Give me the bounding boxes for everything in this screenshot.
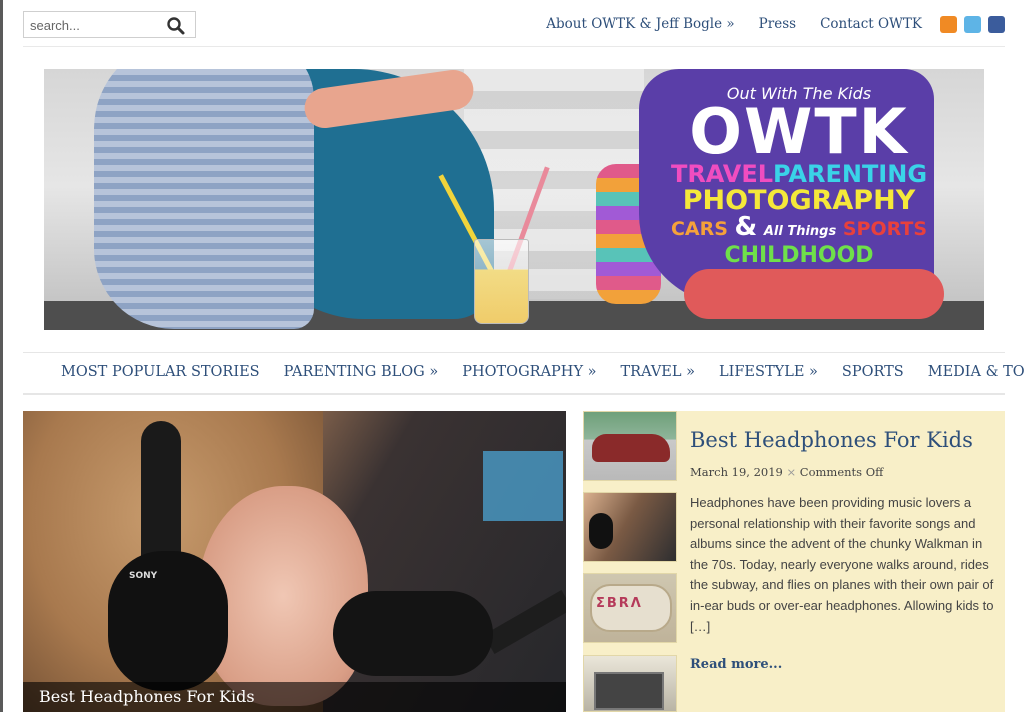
thumbnail-box[interactable] [583, 655, 677, 712]
logo-line3: CARS & All Things SPORTS CHILDHOOD [659, 212, 939, 268]
about-link[interactable]: About OWTK & Jeff Bogle » [546, 16, 734, 32]
car-shape [592, 434, 670, 462]
search-input[interactable] [30, 16, 160, 34]
thumbnail-car[interactable] [583, 411, 677, 481]
twitter-icon[interactable] [964, 16, 981, 33]
social-icons [940, 16, 1005, 33]
feature-caption[interactable]: Best Headphones For Kids [39, 687, 255, 706]
contact-link[interactable]: Contact OWTK [820, 16, 922, 32]
post-preview-panel: ΣBRΛ Best Headphones For Kids March 19, … [583, 411, 1005, 712]
feature-caption-bar: Best Headphones For Kids [23, 682, 566, 712]
logo-all-things: All Things [763, 224, 837, 239]
nav-photography[interactable]: PHOTOGRAPHY » [462, 364, 596, 380]
logo-sports: SPORTS [842, 218, 928, 240]
main-nav: MOST POPULAR STORIES PARENTING BLOG » PH… [23, 352, 1024, 395]
box-shape [594, 672, 664, 710]
nav-most-popular[interactable]: MOST POPULAR STORIES [61, 364, 260, 380]
facebook-icon[interactable] [988, 16, 1005, 33]
logo-line1: TRAVELPARENTING [659, 161, 939, 187]
thumbnail-pillow[interactable]: ΣBRΛ [583, 573, 677, 643]
post-excerpt: Headphones have been providing music lov… [690, 495, 994, 634]
headphone-brand: SONY [129, 571, 158, 581]
post-meta: March 19, 2019 × Comments Off [690, 465, 883, 479]
post-title[interactable]: Best Headphones For Kids [690, 428, 973, 452]
logo-title: OWTK [689, 95, 909, 168]
logo-travel: TRAVEL [670, 160, 774, 188]
top-bar: About OWTK & Jeff Bogle » Press Contact … [23, 11, 1005, 47]
headphone-shape [589, 513, 613, 549]
logo-ampersand: & [734, 212, 758, 242]
header-banner[interactable]: Out With The Kids OWTK TRAVELPARENTING P… [44, 69, 984, 330]
post-date: March 19, 2019 [690, 465, 783, 479]
site-logo[interactable]: Out With The Kids OWTK TRAVELPARENTING P… [659, 84, 939, 268]
logo-parenting: PARENTING [773, 160, 928, 188]
window-frame-edge [0, 0, 3, 712]
nav-media-toys[interactable]: MEDIA & TOYS » [928, 364, 1024, 380]
search-icon[interactable] [166, 16, 186, 36]
nav-parenting-blog[interactable]: PARENTING BLOG » [284, 364, 439, 380]
press-link[interactable]: Press [759, 16, 796, 32]
microphone [333, 591, 493, 676]
read-more-link[interactable]: Read more... [690, 657, 782, 672]
featured-post-image[interactable]: SONY Best Headphones For Kids [23, 411, 566, 712]
thumbnail-headphones[interactable] [583, 492, 677, 562]
nav-lifestyle[interactable]: LIFESTYLE » [719, 364, 818, 380]
logo-cars: CARS [670, 218, 728, 240]
headphone-earcup [108, 551, 228, 691]
studio-monitor [483, 451, 563, 521]
logo-childhood: CHILDHOOD [724, 243, 874, 268]
child-striped-shirt [94, 69, 314, 329]
top-links: About OWTK & Jeff Bogle » Press Contact … [522, 16, 922, 32]
nav-travel[interactable]: TRAVEL » [621, 364, 696, 380]
search-box[interactable] [23, 11, 196, 38]
logo-photography: PHOTOGRAPHY [682, 185, 916, 216]
rss-icon[interactable] [940, 16, 957, 33]
lemonade-cup [474, 239, 529, 324]
nav-sports[interactable]: SPORTS [842, 364, 904, 380]
meta-separator: × [786, 465, 797, 479]
post-comments: Comments Off [799, 465, 884, 479]
pillow-text: ΣBRΛ [596, 596, 643, 611]
child-shorts [684, 269, 944, 319]
